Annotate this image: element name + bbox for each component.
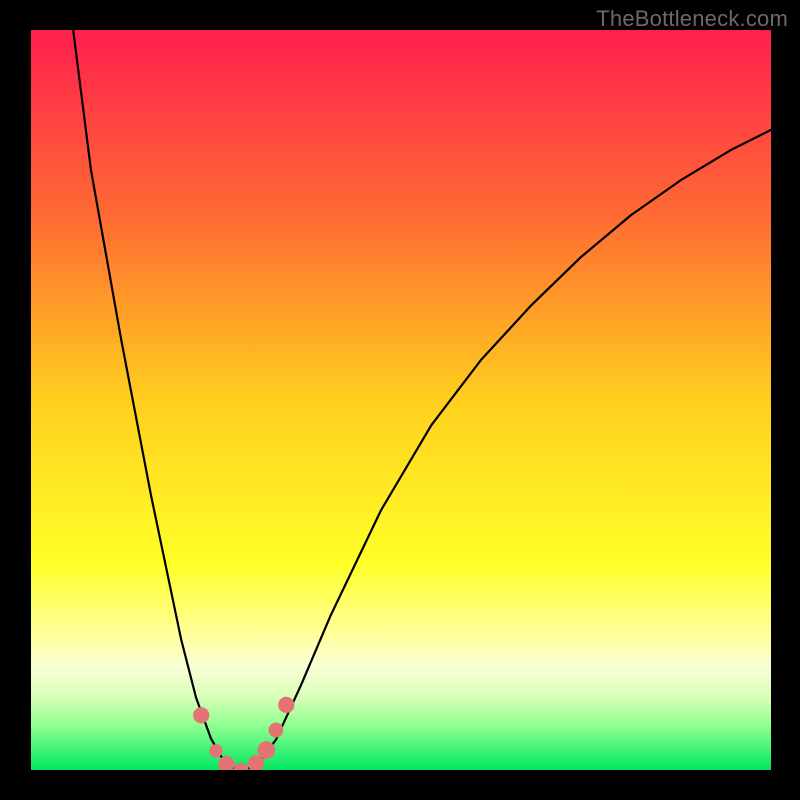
plot-area <box>31 30 771 770</box>
curve-marker <box>269 723 284 738</box>
curve-layer <box>31 30 771 770</box>
curve-marker <box>234 763 249 770</box>
curve-marker <box>278 697 294 713</box>
chart-frame: TheBottleneck.com <box>0 0 800 800</box>
curve-marker <box>209 744 222 757</box>
watermark-text: TheBottleneck.com <box>596 6 788 32</box>
curve-marker <box>218 756 234 770</box>
curve-marker <box>257 741 275 759</box>
curve-marker <box>193 707 209 723</box>
bottleneck-curve <box>73 30 771 770</box>
